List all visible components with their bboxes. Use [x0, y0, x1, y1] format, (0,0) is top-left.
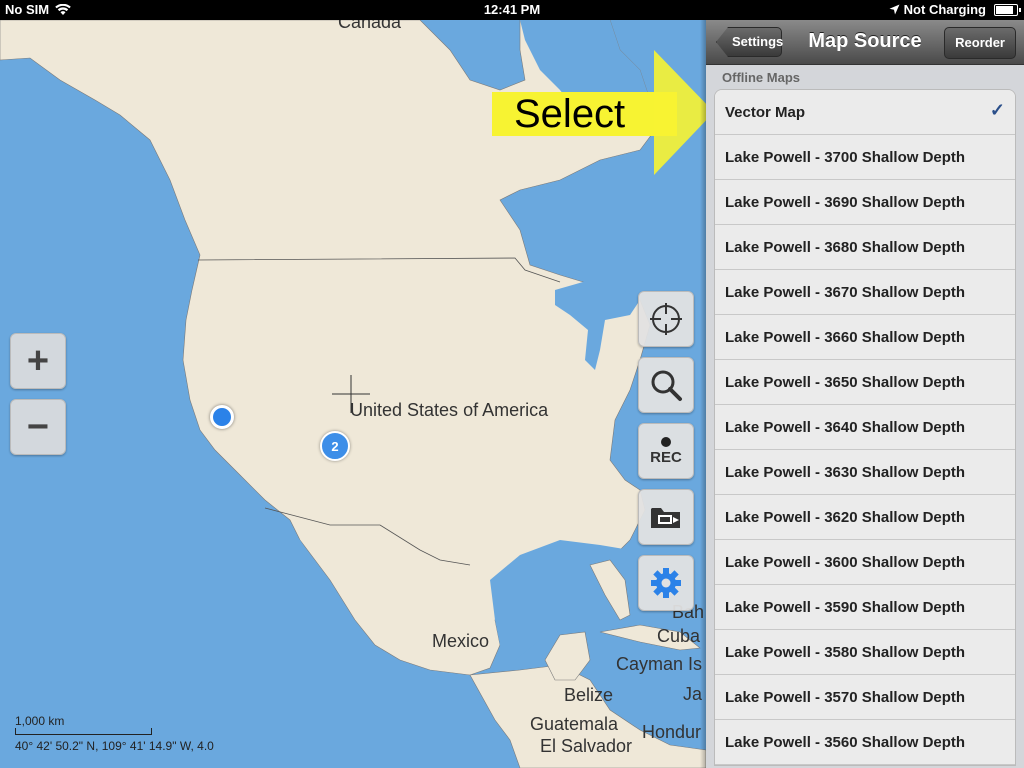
settings-button[interactable]	[638, 555, 694, 611]
map-source-label: Lake Powell - 3650 Shallow Depth	[725, 373, 966, 391]
map-source-label: Lake Powell - 3580 Shallow Depth	[725, 643, 966, 661]
map-source-panel: Settings Map Source Reorder Offline Maps…	[706, 20, 1024, 768]
map-source-label: Lake Powell - 3620 Shallow Depth	[725, 508, 966, 526]
map-source-label: Lake Powell - 3690 Shallow Depth	[725, 193, 966, 211]
map-source-row[interactable]: Lake Powell - 3690 Shallow Depth	[715, 180, 1015, 225]
map-source-label: Lake Powell - 3660 Shallow Depth	[725, 328, 966, 346]
battery-icon	[994, 3, 1021, 16]
crosshair-target-icon	[650, 303, 682, 335]
map-source-label: Lake Powell - 3590 Shallow Depth	[725, 598, 966, 616]
map-source-row[interactable]: Lake Powell - 3630 Shallow Depth	[715, 450, 1015, 495]
map-label-belize: Belize	[564, 685, 614, 705]
map-label-guatemala: Guatemala	[530, 714, 619, 734]
section-header: Offline Maps	[722, 70, 801, 85]
folder-button[interactable]	[638, 489, 694, 545]
map-source-label: Lake Powell - 3600 Shallow Depth	[725, 553, 966, 571]
zoom-out-button[interactable]: −	[10, 399, 66, 455]
map-source-row[interactable]: Lake Powell - 3620 Shallow Depth	[715, 495, 1015, 540]
record-dot-icon	[661, 436, 671, 447]
map-source-row[interactable]: Lake Powell - 3580 Shallow Depth	[715, 630, 1015, 675]
locate-button[interactable]	[638, 291, 694, 347]
map-source-label: Lake Powell - 3700 Shallow Depth	[725, 148, 966, 166]
offline-maps-list: Vector Map ✓ Lake Powell - 3700 Shallow De…	[714, 89, 1016, 766]
map-source-label: Lake Powell - 3630 Shallow Depth	[725, 463, 966, 481]
map-source-row[interactable]: Lake Powell - 3640 Shallow Depth	[715, 405, 1015, 450]
record-label: REC	[650, 448, 682, 466]
charging-label: Not Charging	[903, 2, 986, 17]
land-yucatan	[544, 631, 591, 681]
battery-fill	[996, 5, 1013, 14]
location-arrow-icon	[889, 4, 900, 15]
map-label-cuba: Cuba	[657, 626, 701, 646]
scale-label: 1,000 km	[15, 714, 65, 728]
map-source-row[interactable]: Lake Powell - 3700 Shallow Depth	[715, 135, 1015, 180]
map-source-row[interactable]: Lake Powell - 3680 Shallow Depth	[715, 225, 1015, 270]
select-annotation: Select	[492, 92, 677, 136]
status-bar: No SIM 12:41 PM Not Charging	[0, 0, 1024, 20]
waypoint-cluster[interactable]: 2	[320, 431, 350, 461]
status-right: Not Charging	[889, 2, 1021, 17]
gear-icon	[651, 568, 681, 598]
map-source-row[interactable]: Lake Powell - 3660 Shallow Depth	[715, 315, 1015, 360]
map-label-mexico: Mexico	[432, 631, 490, 651]
search-icon	[651, 370, 682, 401]
map-label-usa: United States of America	[350, 400, 549, 420]
map-source-label: Lake Powell - 3560 Shallow Depth	[725, 733, 966, 751]
current-location-dot[interactable]	[210, 405, 234, 429]
map-source-row[interactable]: Vector Map ✓	[715, 90, 1015, 135]
search-button[interactable]	[638, 357, 694, 413]
map-source-label: Lake Powell - 3680 Shallow Depth	[725, 238, 966, 256]
zoom-in-button[interactable]: +	[10, 333, 66, 389]
map-label-el-salvador: El Salvador	[540, 736, 633, 756]
select-annotation-text: Select	[514, 91, 626, 136]
map-label-canada: Canada	[338, 20, 402, 32]
coordinates-readout: 40° 42' 50.2" N, 109° 41' 14.9" W, 4.0	[15, 739, 214, 753]
reorder-button[interactable]: Reorder	[944, 27, 1016, 59]
map-label-honduras: Hondur	[642, 722, 702, 742]
map-source-label: Lake Powell - 3640 Shallow Depth	[725, 418, 966, 436]
map-view[interactable]: Canada United States of America Mexico B…	[0, 20, 706, 768]
map-source-row[interactable]: Lake Powell - 3600 Shallow Depth	[715, 540, 1015, 585]
map-source-row[interactable]: Lake Powell - 3570 Shallow Depth	[715, 675, 1015, 720]
map-source-row[interactable]: Lake Powell - 3560 Shallow Depth	[715, 720, 1015, 765]
map-source-label: Vector Map	[725, 103, 806, 121]
annotation-arrow-icon	[654, 50, 706, 175]
map-label-cayman: Cayman Is	[616, 654, 703, 674]
status-time: 12:41 PM	[483, 2, 541, 17]
navigation-bar: Settings Map Source Reorder	[706, 20, 1024, 65]
checkmark-icon: ✓	[989, 100, 1005, 120]
record-button[interactable]: REC	[638, 423, 694, 479]
map-source-row[interactable]: Lake Powell - 3670 Shallow Depth	[715, 270, 1015, 315]
scale-bar	[15, 728, 152, 735]
map-source-label: Lake Powell - 3670 Shallow Depth	[725, 283, 966, 301]
folder-icon	[651, 508, 680, 528]
map-source-row[interactable]: Lake Powell - 3650 Shallow Depth	[715, 360, 1015, 405]
map-source-label: Lake Powell - 3570 Shallow Depth	[725, 688, 966, 706]
map-source-row[interactable]: Lake Powell - 3590 Shallow Depth	[715, 585, 1015, 630]
